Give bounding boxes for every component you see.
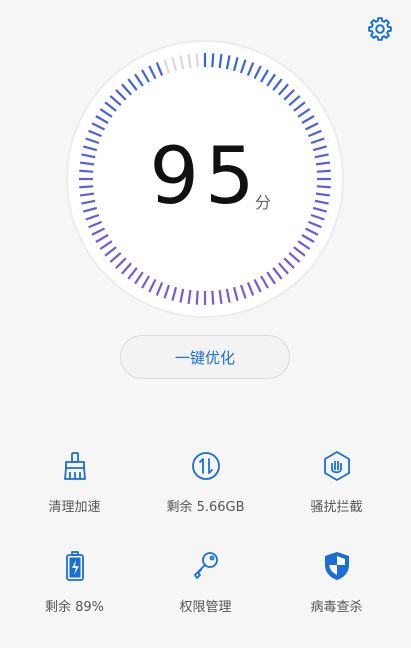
tile-data[interactable]: 剩余 5.66GB [137,450,274,540]
gear-icon [368,17,392,41]
tile-cleanup[interactable]: 清理加速 [6,450,143,540]
tile-permissions[interactable]: 权限管理 [137,550,274,640]
broom-icon [63,452,86,480]
score-gauge: 95 分 [63,37,347,321]
tile-virus[interactable]: 病毒查杀 [268,550,405,640]
tile-label: 权限管理 [179,600,232,615]
battery-icon [65,551,84,581]
tile-label: 骚扰拦截 [310,500,363,515]
settings-button[interactable] [367,16,393,42]
tile-block[interactable]: 骚扰拦截 [268,450,405,540]
tile-battery[interactable]: 剩余 89% [6,550,143,640]
gauge-tick-empty [195,53,199,68]
tile-label: 剩余 5.66GB [166,500,245,515]
score-value: 95 [149,132,261,222]
gauge-tick-filled [211,290,215,305]
tile-label: 剩余 89% [44,600,105,615]
gauge-tick-filled [211,53,215,68]
shield-icon [324,552,349,580]
optimize-button[interactable]: 一键优化 [120,335,290,379]
data-transfer-icon [191,452,220,480]
hand-shield-icon [323,451,350,481]
gauge-tick-filled [195,290,199,305]
key-icon [193,552,218,579]
score-unit: 分 [255,193,272,212]
tile-label: 清理加速 [48,500,101,515]
tile-label: 病毒查杀 [310,600,363,615]
